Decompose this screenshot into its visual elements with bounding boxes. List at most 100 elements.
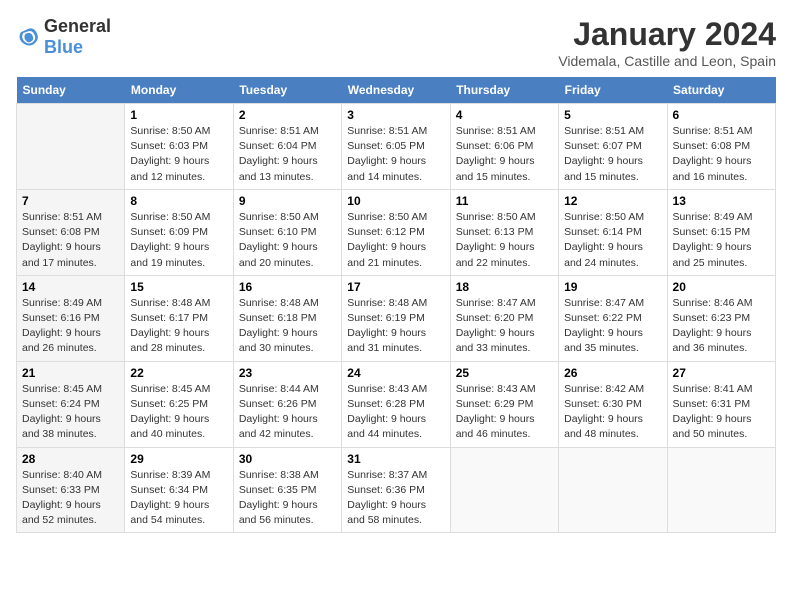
day-number: 24 — [347, 366, 444, 380]
calendar-cell: 18Sunrise: 8:47 AMSunset: 6:20 PMDayligh… — [450, 275, 558, 361]
daylight-text: Daylight: 9 hours and 56 minutes. — [239, 498, 336, 528]
sunrise-text: Sunrise: 8:51 AM — [564, 124, 661, 139]
sunrise-text: Sunrise: 8:43 AM — [347, 382, 444, 397]
day-number: 27 — [673, 366, 770, 380]
day-number: 18 — [456, 280, 553, 294]
calendar-cell: 12Sunrise: 8:50 AMSunset: 6:14 PMDayligh… — [559, 189, 667, 275]
location-title: Videmala, Castille and Leon, Spain — [558, 53, 776, 69]
daylight-text: Daylight: 9 hours and 50 minutes. — [673, 412, 770, 442]
sunset-text: Sunset: 6:20 PM — [456, 311, 553, 326]
sunset-text: Sunset: 6:30 PM — [564, 397, 661, 412]
calendar-cell: 1Sunrise: 8:50 AMSunset: 6:03 PMDaylight… — [125, 104, 233, 190]
week-row-3: 14Sunrise: 8:49 AMSunset: 6:16 PMDayligh… — [17, 275, 776, 361]
sunrise-text: Sunrise: 8:47 AM — [564, 296, 661, 311]
calendar-cell: 11Sunrise: 8:50 AMSunset: 6:13 PMDayligh… — [450, 189, 558, 275]
calendar-cell: 25Sunrise: 8:43 AMSunset: 6:29 PMDayligh… — [450, 361, 558, 447]
sunrise-text: Sunrise: 8:50 AM — [456, 210, 553, 225]
sunset-text: Sunset: 6:16 PM — [22, 311, 119, 326]
sunset-text: Sunset: 6:36 PM — [347, 483, 444, 498]
daylight-text: Daylight: 9 hours and 19 minutes. — [130, 240, 227, 270]
day-number: 5 — [564, 108, 661, 122]
sunset-text: Sunset: 6:15 PM — [673, 225, 770, 240]
daylight-text: Daylight: 9 hours and 54 minutes. — [130, 498, 227, 528]
calendar-cell: 31Sunrise: 8:37 AMSunset: 6:36 PMDayligh… — [342, 447, 450, 533]
sunrise-text: Sunrise: 8:49 AM — [22, 296, 119, 311]
calendar-cell: 2Sunrise: 8:51 AMSunset: 6:04 PMDaylight… — [233, 104, 341, 190]
sunset-text: Sunset: 6:35 PM — [239, 483, 336, 498]
sunset-text: Sunset: 6:26 PM — [239, 397, 336, 412]
daylight-text: Daylight: 9 hours and 44 minutes. — [347, 412, 444, 442]
sunset-text: Sunset: 6:14 PM — [564, 225, 661, 240]
day-number: 29 — [130, 452, 227, 466]
day-number: 16 — [239, 280, 336, 294]
daylight-text: Daylight: 9 hours and 48 minutes. — [564, 412, 661, 442]
sunset-text: Sunset: 6:17 PM — [130, 311, 227, 326]
calendar-body: 1Sunrise: 8:50 AMSunset: 6:03 PMDaylight… — [17, 104, 776, 533]
calendar-cell: 21Sunrise: 8:45 AMSunset: 6:24 PMDayligh… — [17, 361, 125, 447]
sunset-text: Sunset: 6:23 PM — [673, 311, 770, 326]
calendar-cell: 27Sunrise: 8:41 AMSunset: 6:31 PMDayligh… — [667, 361, 775, 447]
day-number: 1 — [130, 108, 227, 122]
daylight-text: Daylight: 9 hours and 42 minutes. — [239, 412, 336, 442]
sunrise-text: Sunrise: 8:44 AM — [239, 382, 336, 397]
sunrise-text: Sunrise: 8:41 AM — [673, 382, 770, 397]
calendar-cell: 30Sunrise: 8:38 AMSunset: 6:35 PMDayligh… — [233, 447, 341, 533]
calendar-cell: 8Sunrise: 8:50 AMSunset: 6:09 PMDaylight… — [125, 189, 233, 275]
daylight-text: Daylight: 9 hours and 22 minutes. — [456, 240, 553, 270]
sunrise-text: Sunrise: 8:42 AM — [564, 382, 661, 397]
sunrise-text: Sunrise: 8:49 AM — [673, 210, 770, 225]
sunset-text: Sunset: 6:29 PM — [456, 397, 553, 412]
sunset-text: Sunset: 6:07 PM — [564, 139, 661, 154]
sunset-text: Sunset: 6:06 PM — [456, 139, 553, 154]
weekday-header-sunday: Sunday — [17, 77, 125, 104]
daylight-text: Daylight: 9 hours and 58 minutes. — [347, 498, 444, 528]
sunrise-text: Sunrise: 8:48 AM — [130, 296, 227, 311]
calendar-cell: 23Sunrise: 8:44 AMSunset: 6:26 PMDayligh… — [233, 361, 341, 447]
daylight-text: Daylight: 9 hours and 20 minutes. — [239, 240, 336, 270]
sunrise-text: Sunrise: 8:50 AM — [347, 210, 444, 225]
day-number: 26 — [564, 366, 661, 380]
daylight-text: Daylight: 9 hours and 21 minutes. — [347, 240, 444, 270]
calendar-cell — [450, 447, 558, 533]
daylight-text: Daylight: 9 hours and 17 minutes. — [22, 240, 119, 270]
daylight-text: Daylight: 9 hours and 15 minutes. — [456, 154, 553, 184]
calendar-cell: 10Sunrise: 8:50 AMSunset: 6:12 PMDayligh… — [342, 189, 450, 275]
calendar-cell: 20Sunrise: 8:46 AMSunset: 6:23 PMDayligh… — [667, 275, 775, 361]
day-number: 14 — [22, 280, 119, 294]
daylight-text: Daylight: 9 hours and 26 minutes. — [22, 326, 119, 356]
logo-icon — [16, 25, 40, 49]
sunrise-text: Sunrise: 8:50 AM — [130, 210, 227, 225]
weekday-header-monday: Monday — [125, 77, 233, 104]
week-row-2: 7Sunrise: 8:51 AMSunset: 6:08 PMDaylight… — [17, 189, 776, 275]
month-title: January 2024 — [558, 16, 776, 53]
daylight-text: Daylight: 9 hours and 28 minutes. — [130, 326, 227, 356]
calendar-cell: 17Sunrise: 8:48 AMSunset: 6:19 PMDayligh… — [342, 275, 450, 361]
sunrise-text: Sunrise: 8:51 AM — [347, 124, 444, 139]
weekday-header-tuesday: Tuesday — [233, 77, 341, 104]
calendar-cell: 6Sunrise: 8:51 AMSunset: 6:08 PMDaylight… — [667, 104, 775, 190]
sunset-text: Sunset: 6:22 PM — [564, 311, 661, 326]
day-number: 4 — [456, 108, 553, 122]
sunset-text: Sunset: 6:08 PM — [22, 225, 119, 240]
sunset-text: Sunset: 6:05 PM — [347, 139, 444, 154]
sunset-text: Sunset: 6:03 PM — [130, 139, 227, 154]
daylight-text: Daylight: 9 hours and 52 minutes. — [22, 498, 119, 528]
daylight-text: Daylight: 9 hours and 30 minutes. — [239, 326, 336, 356]
day-number: 10 — [347, 194, 444, 208]
sunrise-text: Sunrise: 8:50 AM — [564, 210, 661, 225]
daylight-text: Daylight: 9 hours and 13 minutes. — [239, 154, 336, 184]
daylight-text: Daylight: 9 hours and 16 minutes. — [673, 154, 770, 184]
day-number: 7 — [22, 194, 119, 208]
sunrise-text: Sunrise: 8:50 AM — [130, 124, 227, 139]
sunrise-text: Sunrise: 8:51 AM — [673, 124, 770, 139]
calendar-cell: 28Sunrise: 8:40 AMSunset: 6:33 PMDayligh… — [17, 447, 125, 533]
sunrise-text: Sunrise: 8:50 AM — [239, 210, 336, 225]
sunrise-text: Sunrise: 8:37 AM — [347, 468, 444, 483]
daylight-text: Daylight: 9 hours and 46 minutes. — [456, 412, 553, 442]
calendar-cell: 9Sunrise: 8:50 AMSunset: 6:10 PMDaylight… — [233, 189, 341, 275]
logo: General Blue — [16, 16, 111, 58]
day-number: 25 — [456, 366, 553, 380]
sunset-text: Sunset: 6:18 PM — [239, 311, 336, 326]
sunrise-text: Sunrise: 8:51 AM — [456, 124, 553, 139]
week-row-5: 28Sunrise: 8:40 AMSunset: 6:33 PMDayligh… — [17, 447, 776, 533]
